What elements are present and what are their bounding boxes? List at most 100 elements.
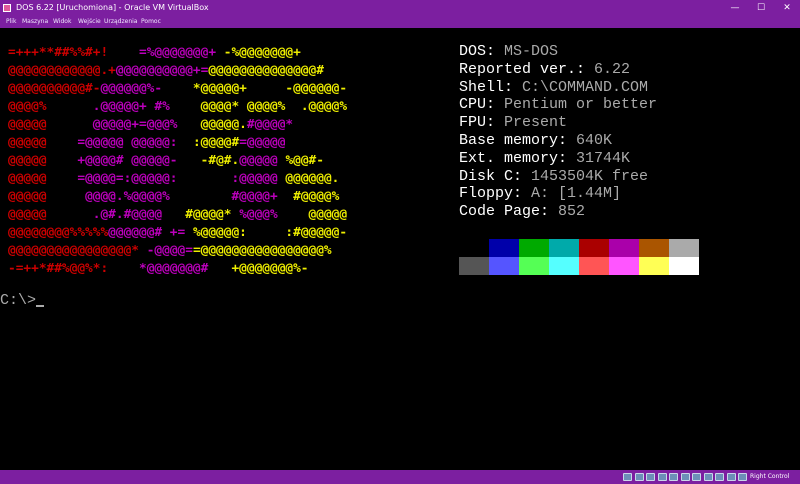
text-cursor: [36, 305, 45, 307]
logo-segment: @@@@@+=@@@%: [92, 117, 178, 132]
system-info-value: 1453504K free: [531, 167, 649, 185]
logo-segment: @@@@@.: [200, 117, 247, 132]
logo-line: @@@@@@@@@@#-@@@@@@%- *@@@@@+ -@@@@@@-: [8, 80, 347, 98]
minimize-button[interactable]: —: [722, 0, 748, 16]
logo-segment: :@@@@#: [192, 135, 240, 150]
logo-line: @@@@% .@@@@@+ #% @@@@* @@@@% .@@@@%: [8, 98, 347, 116]
color-swatch: [519, 239, 549, 257]
system-info-value: C:\COMMAND.COM: [522, 78, 649, 96]
cpu-icon[interactable]: [715, 473, 724, 481]
status-bar: Right Control: [0, 470, 800, 484]
maximize-button[interactable]: ☐: [748, 0, 774, 16]
command-prompt[interactable]: C:\>: [0, 292, 45, 310]
logo-segment: [108, 261, 139, 276]
logo-segment: [178, 153, 201, 168]
logo-segment: @@@@@: [8, 153, 47, 168]
color-swatch: [489, 257, 519, 275]
color-swatch: [549, 257, 579, 275]
keyboard-icon[interactable]: [738, 473, 747, 481]
system-info-label: Floppy:: [459, 185, 532, 203]
logo-segment: -=++*##%@@%*:: [8, 261, 109, 276]
usb-icon[interactable]: [669, 473, 678, 481]
logo-segment: [47, 117, 93, 132]
close-button[interactable]: ✕: [774, 0, 800, 16]
logo-segment: -@@@@@@-: [285, 81, 348, 96]
logo-segment: =@@@@@: [239, 135, 286, 150]
logo-segment: [178, 135, 193, 150]
menu-item-machine[interactable]: Maszyna: [22, 16, 48, 28]
logo-segment: @@@@@@@@@@@@@@#: [208, 63, 324, 78]
logo-segment: .@@@@@+ #%: [92, 99, 170, 114]
logo-segment: =@@@@=:@@@@@:: [77, 171, 178, 186]
mouse-integration-icon[interactable]: [726, 473, 736, 481]
host-key-label: Right Control: [750, 473, 790, 480]
color-swatch: [579, 257, 609, 275]
network-icon[interactable]: [657, 473, 667, 481]
logo-segment: @@@@@: [8, 117, 47, 132]
logo-segment: [178, 117, 201, 132]
system-info-value: 31744K: [576, 149, 631, 167]
logo-segment: @@@@@@.: [285, 171, 340, 186]
logo-line: @@@@@ =@@@@=:@@@@@: :@@@@@ @@@@@@.: [8, 170, 339, 188]
menu-item-file[interactable]: Plik: [6, 16, 16, 28]
system-info-label: Code Page:: [459, 203, 559, 221]
logo-segment: -@@@@=: [146, 243, 193, 258]
logo-segment: [278, 189, 293, 204]
logo-segment: [47, 189, 86, 204]
logo-segment: [278, 207, 309, 222]
logo-segment: =@@@@@ @@@@@:: [77, 135, 178, 150]
hard-disk-icon[interactable]: [623, 473, 632, 481]
logo-segment: @@@@@@@@@@@@.+: [8, 63, 116, 78]
color-swatch: [609, 239, 639, 257]
color-swatch: [669, 257, 699, 275]
system-info-value: A: [1.44M]: [531, 185, 622, 203]
logo-segment: [47, 207, 93, 222]
shared-folders-icon[interactable]: [680, 473, 690, 481]
logo-segment: [47, 135, 78, 150]
logo-segment: =+++**##%%#+!: [8, 45, 109, 60]
display-icon[interactable]: [692, 473, 701, 481]
logo-segment: #@@@@+: [231, 189, 278, 204]
system-info-row: DOS: MS-DOS: [459, 43, 558, 61]
menu-item-devices[interactable]: Urządzenia: [104, 16, 137, 28]
menu-item-help[interactable]: Pomoc: [141, 16, 161, 28]
color-swatch: [489, 239, 519, 257]
logo-segment: [208, 261, 231, 276]
logo-segment: [162, 81, 193, 96]
system-info-row: Base memory: 640K: [459, 132, 612, 150]
logo-segment: -%@@@@@@@+: [223, 45, 301, 60]
logo-segment: [170, 189, 232, 204]
optical-drive-icon[interactable]: [634, 473, 644, 481]
logo-segment: .@@@@%: [300, 99, 348, 114]
system-info-row: FPU: Present: [459, 114, 567, 132]
color-swatch: [639, 239, 669, 257]
logo-line: @@@@@@@@@@@@@@@@* -@@@@==@@@@@@@@@@@@@@@…: [8, 242, 332, 260]
logo-segment: :@@@@@: [231, 171, 278, 186]
menu-item-input[interactable]: Wejście: [78, 16, 101, 28]
system-info-value: 640K: [576, 132, 613, 149]
logo-segment: [162, 207, 185, 222]
menu-item-view[interactable]: Widok: [53, 16, 71, 28]
logo-segment: @@@@@: [8, 135, 47, 150]
logo-line: -=++*##%@@%*: *@@@@@@@# +@@@@@@@%-: [8, 260, 309, 278]
system-info-label: Ext. memory:: [459, 149, 577, 167]
video-capture-icon[interactable]: [703, 473, 713, 481]
color-swatch: [459, 239, 489, 257]
system-info-label: DOS:: [459, 43, 505, 60]
vm-display[interactable]: =+++**##%%#+! =%@@@@@@@+ -%@@@@@@@+ @@@@@…: [0, 28, 800, 470]
system-info-value: MS-DOS: [504, 43, 559, 60]
logo-segment: +@@@@@@@%-: [231, 261, 309, 276]
color-swatch: [609, 257, 639, 275]
audio-icon[interactable]: [646, 473, 655, 481]
logo-segment: @@@@@@@@@@+=: [115, 63, 209, 78]
system-info-label: Reported ver.:: [459, 60, 595, 78]
logo-segment: [47, 99, 93, 114]
system-info-value: 6.22: [594, 60, 631, 78]
color-swatch: [519, 257, 549, 275]
logo-segment: [216, 45, 224, 60]
logo-segment: @@@@@@@@%%%%%: [8, 225, 109, 240]
system-info-row: Ext. memory: 31744K: [459, 150, 630, 168]
logo-segment: [285, 99, 300, 114]
window-title-bar[interactable]: DOS 6.22 [Uruchomiona] - Oracle VM Virtu…: [0, 0, 800, 16]
virtualbox-app-icon: [3, 4, 11, 12]
